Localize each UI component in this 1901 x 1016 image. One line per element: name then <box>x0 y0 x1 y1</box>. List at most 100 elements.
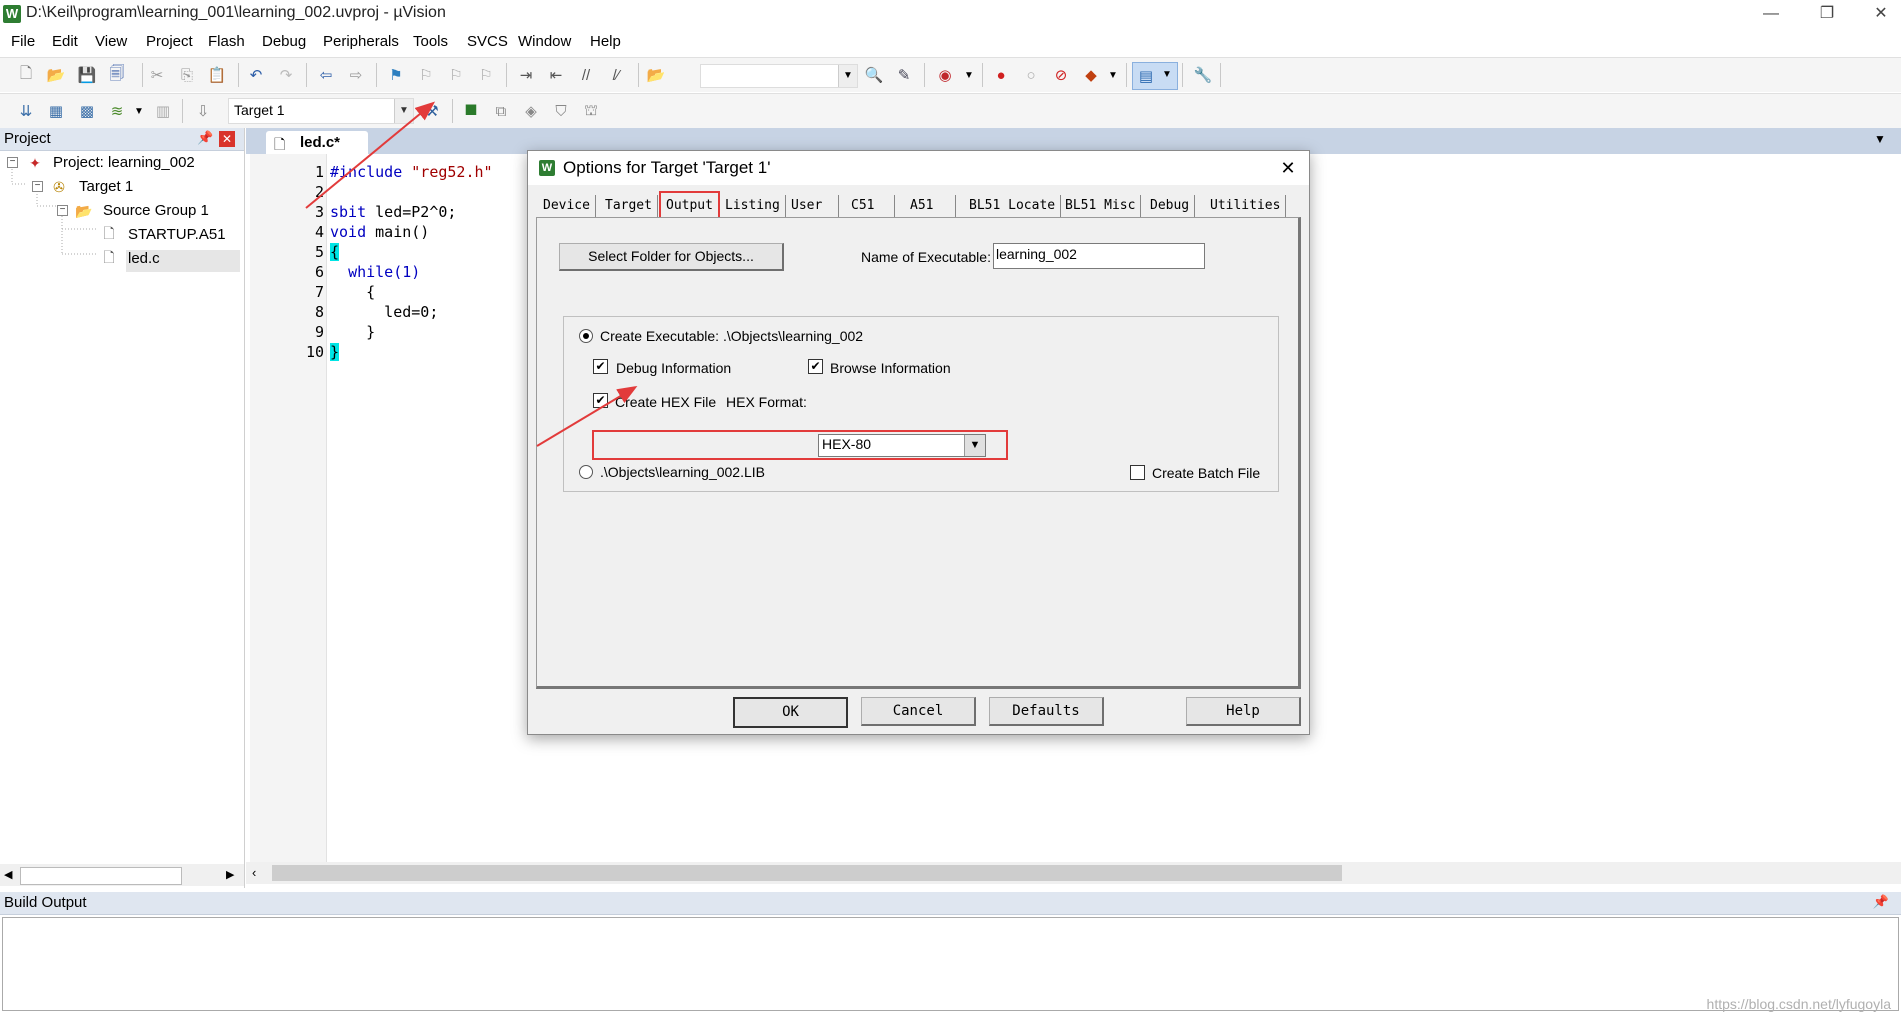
horizontal-scrollbar[interactable]: ◀ ▶ <box>0 864 244 886</box>
find-combo[interactable]: ▼ <box>700 64 858 88</box>
collapse-icon[interactable]: − <box>32 181 43 192</box>
unindent-icon[interactable]: ⇤ <box>545 64 567 86</box>
collapse-icon[interactable]: − <box>7 157 18 168</box>
cancel-button[interactable]: Cancel <box>861 697 976 726</box>
uncomment-icon[interactable]: /⁄ <box>605 64 627 86</box>
redo-icon[interactable]: ↷ <box>275 64 297 86</box>
select-packs-icon[interactable]: ⧉ <box>490 100 512 122</box>
target-select[interactable]: Target 1 ▼ <box>228 98 414 124</box>
tree-item-project[interactable]: − ✦ Project: learning_002 <box>0 152 240 176</box>
copy-icon[interactable]: ⎘ <box>176 64 198 86</box>
disable-all-breakpoints-icon[interactable]: ◆ <box>1080 64 1102 86</box>
next-bookmark-icon[interactable]: ⚐ <box>445 64 467 86</box>
clear-bookmarks-icon[interactable]: ⚐ <box>475 64 497 86</box>
configure-icon[interactable]: 🔧 <box>1192 64 1214 86</box>
create-executable-radio[interactable] <box>579 329 593 343</box>
indent-icon[interactable]: ⇥ <box>515 64 537 86</box>
disable-breakpoint-icon[interactable]: ○ <box>1020 64 1042 86</box>
help-button[interactable]: Help <box>1186 697 1301 726</box>
find-icon[interactable]: 🔍 <box>863 64 885 86</box>
menu-peripherals[interactable]: Peripherals <box>323 33 399 50</box>
scroll-right-icon[interactable]: ▶ <box>226 868 234 881</box>
navigate-forward-icon[interactable]: ⇨ <box>345 64 367 86</box>
tree-item-source-group[interactable]: − 📂 Source Group 1 <box>0 200 240 224</box>
build-output-text[interactable] <box>2 917 1899 1011</box>
navigate-back-icon[interactable]: ⇦ <box>315 64 337 86</box>
incremental-find-icon[interactable]: ✎ <box>893 64 915 86</box>
defaults-button[interactable]: Defaults <box>989 697 1104 726</box>
debug-information-checkbox[interactable]: ✔ <box>593 359 608 374</box>
save-icon[interactable]: 💾 <box>76 64 98 86</box>
kill-breakpoints-icon[interactable]: ⊘ <box>1050 64 1072 86</box>
save-all-icon[interactable]: 🗐 <box>106 64 128 86</box>
chevron-down-icon[interactable]: ▼ <box>128 100 150 122</box>
chevron-down-icon[interactable]: ▼ <box>838 65 857 87</box>
breakpoint-icon[interactable]: ● <box>990 64 1012 86</box>
create-library-radio[interactable] <box>579 465 593 479</box>
close-icon[interactable]: ✕ <box>219 131 235 147</box>
batch-build-icon[interactable]: ≋ <box>106 100 128 122</box>
tab-debug[interactable]: Debug <box>1145 195 1196 217</box>
paste-icon[interactable]: 📋 <box>206 64 228 86</box>
rebuild-icon[interactable]: ▩ <box>76 100 98 122</box>
comment-icon[interactable]: // <box>575 64 597 86</box>
ok-button[interactable]: OK <box>733 697 848 728</box>
menu-project[interactable]: Project <box>146 33 193 50</box>
pin-icon[interactable]: 📌 <box>197 130 213 146</box>
menu-debug[interactable]: Debug <box>262 33 306 50</box>
tab-c51[interactable]: C51 <box>846 195 895 217</box>
pack-installer-icon[interactable]: ⛉ <box>550 100 572 122</box>
build-icon[interactable]: ▦ <box>45 100 67 122</box>
tree-item-target[interactable]: − ✇ Target 1 <box>0 176 240 200</box>
window-layout-button[interactable]: ▤ ▼ <box>1132 62 1178 90</box>
tab-bl51-locate[interactable]: BL51 Locate <box>964 195 1062 217</box>
menu-file[interactable]: File <box>11 33 35 50</box>
create-batch-file-checkbox[interactable] <box>1130 465 1145 480</box>
editor-horizontal-scrollbar[interactable]: ‹ <box>246 862 1901 884</box>
select-folder-button[interactable]: Select Folder for Objects... <box>559 243 784 271</box>
tab-listing[interactable]: Listing <box>720 195 786 217</box>
tree-item-startup[interactable]: 🗋 STARTUP.A51 <box>0 224 240 248</box>
manage-project-items-icon[interactable]: ⯀ <box>460 100 482 122</box>
menu-svcs[interactable]: SVCS <box>467 33 508 50</box>
download-icon[interactable]: ⇩ <box>192 100 214 122</box>
find-in-files-icon[interactable]: 📂 <box>645 64 667 86</box>
tree-item-ledc[interactable]: 🗋 led.c <box>0 248 240 272</box>
browse-information-checkbox[interactable]: ✔ <box>808 359 823 374</box>
scrollbar-thumb[interactable] <box>272 865 1342 881</box>
menu-window[interactable]: Window <box>518 33 571 50</box>
tab-a51[interactable]: A51 <box>905 195 956 217</box>
name-of-executable-input[interactable]: learning_002 <box>993 243 1205 269</box>
menu-help[interactable]: Help <box>590 33 621 50</box>
chevron-down-icon[interactable]: ▼ <box>394 99 413 123</box>
scrollbar-thumb[interactable] <box>20 867 182 885</box>
cut-icon[interactable]: ✂ <box>146 64 168 86</box>
manage-components-icon[interactable]: ◈ <box>520 100 542 122</box>
scroll-left-icon[interactable]: ‹ <box>252 865 256 880</box>
tab-target[interactable]: Target <box>600 195 658 217</box>
tab-bl51-misc[interactable]: BL51 Misc <box>1060 195 1142 217</box>
tab-device[interactable]: Device <box>538 195 596 217</box>
start-debug-icon[interactable]: ◉ <box>934 64 956 86</box>
chevron-down-icon[interactable]: ▼ <box>1874 132 1886 146</box>
restore-icon[interactable]: ❐ <box>1804 0 1850 30</box>
chevron-down-icon[interactable]: ▼ <box>1102 64 1124 86</box>
collapse-icon[interactable]: − <box>57 205 68 216</box>
close-icon[interactable]: ✕ <box>1858 0 1901 30</box>
create-hex-file-checkbox[interactable]: ✔ <box>593 393 608 408</box>
tab-utilities[interactable]: Utilities <box>1205 195 1287 217</box>
chevron-down-icon[interactable]: ▼ <box>958 64 980 86</box>
bookmark-icon[interactable]: ⚑ <box>385 64 407 86</box>
tab-user[interactable]: User <box>786 195 839 217</box>
event-recorder-icon[interactable]: ⛫ <box>580 100 602 122</box>
menu-view[interactable]: View <box>95 33 127 50</box>
undo-icon[interactable]: ↶ <box>245 64 267 86</box>
menu-flash[interactable]: Flash <box>208 33 245 50</box>
translate-icon[interactable]: ⇊ <box>15 100 37 122</box>
minimize-icon[interactable]: — <box>1748 0 1794 30</box>
stop-build-icon[interactable]: ▥ <box>152 100 174 122</box>
pin-icon[interactable]: 📌 <box>1873 894 1889 910</box>
options-for-target-icon[interactable]: ⚒ <box>421 100 443 122</box>
open-file-icon[interactable]: 📂 <box>45 64 67 86</box>
menu-tools[interactable]: Tools <box>413 33 448 50</box>
